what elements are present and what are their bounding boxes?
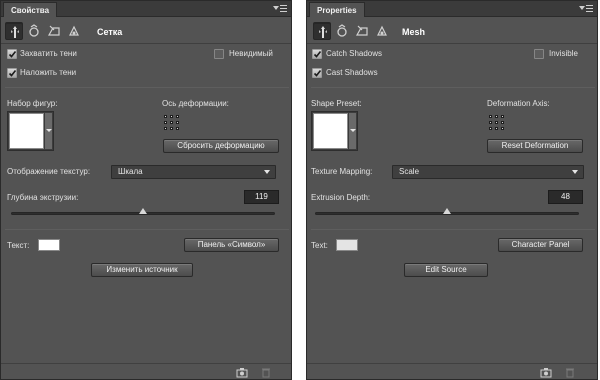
slider-thumb[interactable]: [139, 208, 147, 214]
text-label: Текст:: [7, 241, 30, 250]
tab-properties[interactable]: Свойства: [3, 2, 58, 17]
shape-preset-swatch: [313, 113, 348, 149]
check-icon: [313, 51, 322, 58]
extrusion-depth-label: Глубина экструзии:: [7, 193, 79, 202]
invisible-label: Невидимый: [229, 49, 273, 58]
extrusion-depth-input[interactable]: 48: [548, 190, 583, 204]
divider: [5, 229, 289, 230]
deform-icon[interactable]: [333, 22, 351, 40]
shape-preset-label: Shape Preset:: [311, 99, 362, 108]
render-icon[interactable]: [540, 367, 552, 378]
catch-shadows-label: Захватить тени: [20, 49, 77, 58]
catch-shadows-checkbox[interactable]: [7, 49, 17, 59]
text-label: Text:: [311, 241, 328, 250]
reset-deformation-button[interactable]: Reset Deformation: [487, 139, 583, 153]
properties-panel-en: Properties Mesh Catch Shadows Invisible …: [306, 0, 598, 380]
cap-icon[interactable]: [353, 22, 371, 40]
check-icon: [8, 70, 17, 77]
character-panel-button[interactable]: Character Panel: [498, 238, 583, 252]
trash-icon[interactable]: [260, 367, 272, 378]
shape-preset-picker[interactable]: [311, 111, 358, 151]
catch-shadows-label: Catch Shadows: [326, 49, 383, 58]
catch-shadows-checkbox[interactable]: [312, 49, 322, 59]
texture-mapping-select[interactable]: Scale: [392, 165, 584, 179]
cast-shadows-checkbox[interactable]: [7, 68, 17, 78]
slider-thumb[interactable]: [443, 208, 451, 214]
divider: [5, 87, 289, 88]
chevron-down-icon: [264, 170, 270, 174]
panel-footer: [1, 363, 291, 379]
deformation-axis-label: Ось деформации:: [162, 99, 229, 108]
edit-source-button[interactable]: Изменить источник: [91, 263, 193, 277]
reset-deformation-button[interactable]: Сбросить деформацию: [163, 139, 279, 153]
invisible-checkbox[interactable]: [214, 49, 224, 59]
mode-bar: Mesh: [307, 18, 597, 44]
deformation-axis-grid[interactable]: [489, 115, 505, 131]
panel-menu-icon[interactable]: [579, 4, 593, 13]
extrusion-depth-slider[interactable]: [315, 208, 579, 215]
trash-icon[interactable]: [564, 367, 576, 378]
texture-mapping-value: Шкала: [118, 167, 143, 176]
cast-shadows-checkbox[interactable]: [312, 68, 322, 78]
chevron-down-icon[interactable]: [348, 113, 356, 149]
divider: [311, 87, 595, 88]
mesh-filter-icon[interactable]: [313, 22, 331, 40]
chevron-down-icon: [572, 170, 578, 174]
render-icon[interactable]: [236, 367, 248, 378]
cast-shadows-label: Наложить тени: [20, 68, 77, 77]
texture-mapping-label: Texture Mapping:: [311, 167, 373, 176]
mesh-filter-icon[interactable]: [5, 22, 23, 40]
invisible-checkbox[interactable]: [534, 49, 544, 59]
check-icon: [313, 70, 322, 77]
texture-mapping-label: Отображение текстур:: [7, 167, 91, 176]
divider: [311, 229, 595, 230]
character-panel-button[interactable]: Панель «Символ»: [184, 238, 279, 252]
shape-preset-picker[interactable]: [7, 111, 54, 151]
mode-bar: Сетка: [1, 18, 291, 44]
deformation-axis-label: Deformation Axis:: [487, 99, 550, 108]
mode-title: Сетка: [97, 27, 123, 37]
panel-footer: [307, 363, 597, 379]
text-color-swatch[interactable]: [336, 239, 358, 251]
deformation-axis-grid[interactable]: [164, 115, 180, 131]
texture-mapping-select[interactable]: Шкала: [111, 165, 276, 179]
extrusion-depth-input[interactable]: 119: [244, 190, 279, 204]
properties-panel-ru: Свойства Сетка Захватить тени Невидимый …: [0, 0, 292, 380]
coordinates-icon[interactable]: [373, 22, 391, 40]
panel-menu-icon[interactable]: [273, 4, 287, 13]
panel-titlebar: Свойства: [1, 1, 291, 17]
mode-title: Mesh: [402, 27, 426, 37]
shape-preset-swatch: [9, 113, 44, 149]
extrusion-depth-label: Extrusion Depth:: [311, 193, 371, 202]
texture-mapping-value: Scale: [399, 167, 420, 176]
edit-source-button[interactable]: Edit Source: [404, 263, 488, 277]
coordinates-icon[interactable]: [65, 22, 83, 40]
cap-icon[interactable]: [45, 22, 63, 40]
shape-preset-label: Набор фигур:: [7, 99, 58, 108]
panel-titlebar: Properties: [307, 1, 597, 17]
text-color-swatch[interactable]: [38, 239, 60, 251]
invisible-label: Invisible: [549, 49, 578, 58]
cast-shadows-label: Cast Shadows: [326, 68, 378, 77]
check-icon: [8, 51, 17, 58]
extrusion-depth-slider[interactable]: [11, 208, 275, 215]
deform-icon[interactable]: [25, 22, 43, 40]
tab-properties[interactable]: Properties: [309, 2, 365, 17]
chevron-down-icon[interactable]: [44, 113, 52, 149]
